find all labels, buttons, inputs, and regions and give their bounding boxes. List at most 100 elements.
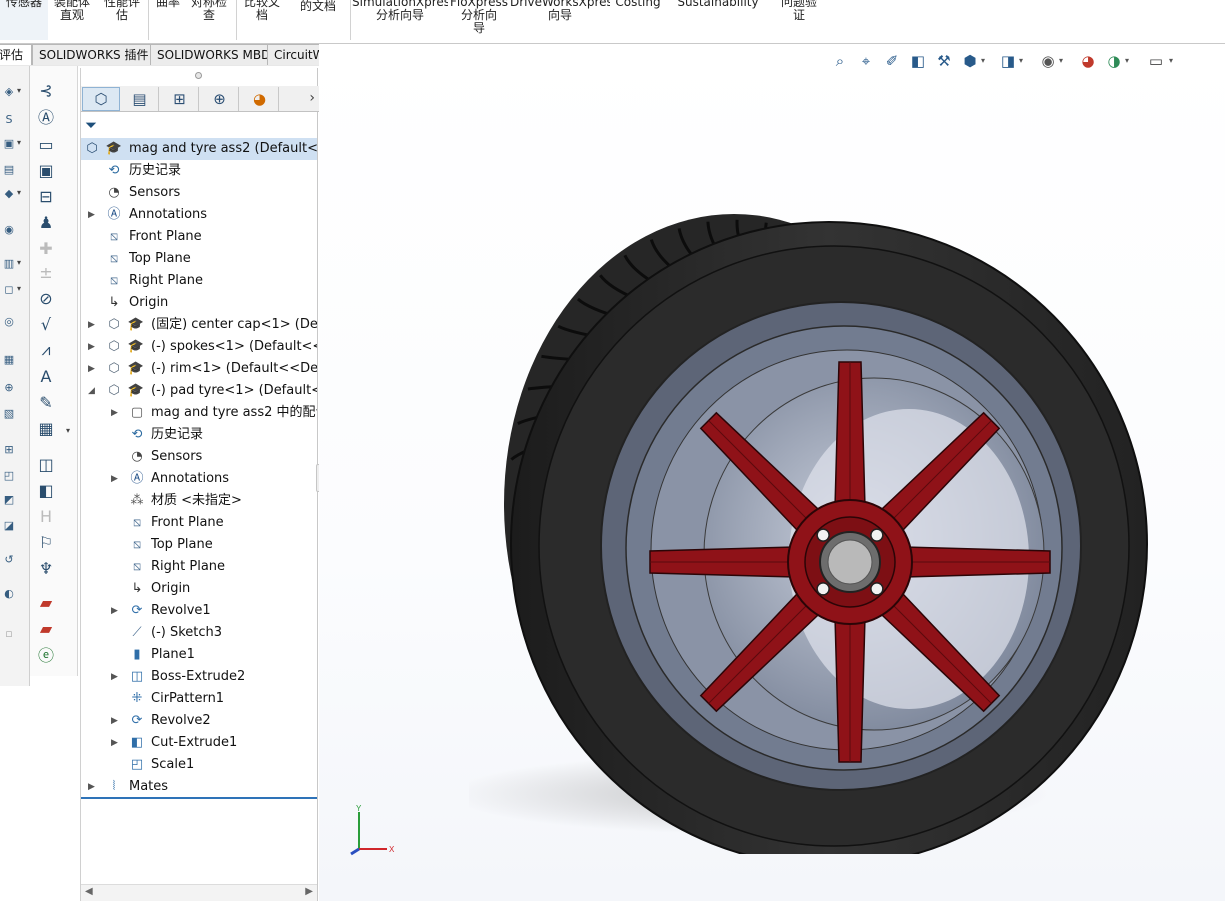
tool-icon[interactable]: ⊞ — [2, 442, 16, 456]
tool-icon[interactable]: ▣ — [2, 136, 16, 150]
tree-item-boss-extrude2[interactable]: ▶ ◫ Boss-Extrude2 — [81, 666, 317, 688]
expand-arrow-icon[interactable]: ▶ — [111, 468, 121, 490]
tree-item-plane1[interactable]: ▮ Plane1 — [81, 644, 317, 666]
section-view-icon[interactable]: ◧ — [909, 52, 927, 70]
tree-item-revolve1[interactable]: ▶ ⟳ Revolve1 — [81, 600, 317, 622]
wheel-model[interactable] — [469, 174, 1189, 854]
text-icon[interactable]: A — [36, 366, 56, 386]
horizontal-scrollbar[interactable]: ◀ ▶ — [81, 884, 317, 901]
view-settings-icon[interactable]: ▭ — [1147, 52, 1165, 70]
hole-callout-icon[interactable]: ✚ — [36, 238, 56, 258]
tab-featuremanager-tree-icon[interactable]: ⬡ — [82, 87, 120, 111]
publish-pdf-icon[interactable]: ▰ — [36, 618, 56, 638]
expand-arrow-icon[interactable]: ▶ — [111, 666, 121, 688]
tab-propertymanager-icon[interactable]: ▤ — [121, 87, 159, 111]
collapse-arrow-icon[interactable]: ◢ — [88, 380, 98, 402]
tool-icon[interactable]: ◈ — [2, 84, 16, 98]
expand-arrow-icon[interactable]: ▶ — [111, 710, 121, 732]
expand-arrow-icon[interactable]: ▶ — [111, 600, 121, 622]
expand-arrow-icon[interactable]: ▶ — [111, 402, 121, 424]
dropdown-arrow-icon[interactable]: ▾ — [66, 426, 70, 435]
expand-arrow-icon[interactable]: ▶ — [88, 204, 98, 226]
tree-item-material[interactable]: ⁂ 材质 <未指定> — [81, 490, 317, 512]
tool-icon[interactable]: ◻ — [2, 282, 16, 296]
datum-icon[interactable]: ⊟ — [36, 186, 56, 206]
tree-item-top-plane[interactable]: ⧅ Top Plane — [81, 248, 317, 270]
scroll-left-icon[interactable]: ◀ — [85, 886, 93, 897]
tool-icon[interactable]: ◉ — [2, 222, 16, 236]
ribbon-assembly-visualization[interactable]: 装配体 直观 — [50, 0, 94, 40]
tree-item-origin[interactable]: ↳ Origin — [81, 292, 317, 314]
pin-icon[interactable]: ✎ — [36, 392, 56, 412]
expand-arrow-icon[interactable]: ▶ — [88, 358, 98, 380]
tree-item-history-2[interactable]: ⟲ 历史记录 — [81, 424, 317, 446]
tree-item-right-plane[interactable]: ⧅ Right Plane — [81, 270, 317, 292]
dropdown-arrow-icon[interactable]: ▾ — [1059, 56, 1063, 65]
section-view-icon[interactable]: H — [36, 506, 56, 526]
dimxpert-icon[interactable]: ⚐ — [36, 532, 56, 552]
dropdown-arrow-icon[interactable]: ▾ — [17, 284, 21, 293]
tree-item-history[interactable]: ⟲ 历史记录 — [81, 160, 317, 182]
tree-item-revolve2[interactable]: ▶ ⟳ Revolve2 — [81, 710, 317, 732]
tab-solidworks-mbd[interactable]: SOLIDWORKS MBD — [150, 44, 278, 65]
ribbon-simulationxpress[interactable]: SimulationXpress 分析向导 — [352, 0, 448, 40]
ribbon-compare-documents[interactable]: 比较文档 — [238, 0, 286, 40]
tool-icon[interactable]: ◐ — [2, 586, 16, 600]
tool-icon[interactable]: ◎ — [2, 314, 16, 328]
weld-symbol-icon[interactable]: ♟ — [36, 212, 56, 232]
auto-dimension-icon[interactable]: ♆ — [36, 558, 56, 578]
datum-target-icon[interactable]: ± — [36, 262, 56, 282]
expand-arrow-icon[interactable]: ▶ — [88, 314, 98, 336]
tool-icon[interactable]: ◆ — [2, 186, 16, 200]
zoom-to-fit-icon[interactable]: ⌕ — [831, 52, 849, 70]
ribbon-symmetry-check[interactable]: 对称检查 — [186, 0, 232, 40]
tree-item-annotations-2[interactable]: ▶ Ⓐ Annotations — [81, 468, 317, 490]
ribbon-costing[interactable]: Costing — [612, 0, 664, 40]
edrawings-icon[interactable]: ⓔ — [36, 644, 56, 665]
tree-item-mates-in-assembly[interactable]: ▶ ▢ mag and tyre ass2 中的配合 — [81, 402, 317, 424]
balloon-icon[interactable]: ▭ — [36, 134, 56, 154]
tree-item-pad-tyre[interactable]: ◢ ⬡ 🎓 (-) pad tyre<1> (Default<<D — [81, 380, 317, 402]
tool-icon[interactable]: ◰ — [2, 468, 16, 482]
auto-balloon-icon[interactable]: ▣ — [36, 160, 56, 180]
tool-icon[interactable]: ▥ — [2, 256, 16, 270]
graphics-area[interactable]: ⌕ ⌖ ✐ ◧ ⚒ ⬢ ▾ ◨ ▾ ◉ ▾ ◕ ◑ ▾ ▭ ▾ Y X — [319, 44, 1225, 901]
surface-finish-icon[interactable]: ⊘ — [36, 288, 56, 308]
display-style-icon[interactable]: ◨ — [999, 52, 1017, 70]
dropdown-arrow-icon[interactable]: ▾ — [1169, 56, 1173, 65]
scroll-right-icon[interactable]: ▶ — [305, 886, 313, 897]
expand-arrow-icon[interactable]: ▶ — [111, 732, 121, 754]
tree-item-cut-extrude1[interactable]: ▶ ◧ Cut-Extrude1 — [81, 732, 317, 754]
zoom-to-area-icon[interactable]: ⌖ — [857, 52, 875, 70]
tool-icon[interactable]: S — [2, 112, 16, 126]
ribbon-floxpress[interactable]: FloXpress 分析向导 — [450, 0, 508, 40]
tool-icon[interactable]: ↺ — [2, 552, 16, 566]
ribbon-performance-evaluation[interactable]: 性能评估 — [98, 0, 146, 40]
tree-item-sensors[interactable]: ◔ Sensors — [81, 182, 317, 204]
tab-display-manager-icon[interactable]: ◕ — [241, 87, 279, 111]
ribbon-curvature[interactable]: 曲率 — [150, 0, 186, 40]
graph-icon[interactable]: ⩘ — [36, 340, 56, 360]
dropdown-arrow-icon[interactable]: ▾ — [17, 86, 21, 95]
tree-item-origin-2[interactable]: ↳ Origin — [81, 578, 317, 600]
ribbon-sustainability[interactable]: Sustainability — [672, 0, 764, 40]
tool-icon[interactable]: ◪ — [2, 518, 16, 532]
tree-item-sketch3[interactable]: ⟋ (-) Sketch3 — [81, 622, 317, 644]
tree-item-rim[interactable]: ▶ ⬡ 🎓 (-) rim<1> (Default<<Defau — [81, 358, 317, 380]
tab-dimxpert-icon[interactable]: ⊕ — [201, 87, 239, 111]
check-icon[interactable]: √ — [36, 314, 56, 334]
tree-item-sensors-2[interactable]: ◔ Sensors — [81, 446, 317, 468]
table-icon[interactable]: ▦ — [36, 418, 56, 438]
expand-arrow-icon[interactable]: ▶ — [88, 776, 98, 798]
tool-icon[interactable]: ▫ — [2, 626, 16, 640]
dropdown-arrow-icon[interactable]: ▾ — [981, 56, 985, 65]
tree-item-annotations[interactable]: ▶ Ⓐ Annotations — [81, 204, 317, 226]
tool-icon[interactable]: ▧ — [2, 406, 16, 420]
tree-item-spokes[interactable]: ▶ ⬡ 🎓 (-) spokes<1> (Default<<De — [81, 336, 317, 358]
tree-rollback-bar[interactable] — [81, 797, 317, 799]
ribbon-driveworksxpress[interactable]: DriveWorksXpress 向导 — [510, 0, 610, 40]
tool-icon[interactable]: ⊕ — [2, 380, 16, 394]
dropdown-arrow-icon[interactable]: ▾ — [1019, 56, 1023, 65]
dropdown-arrow-icon[interactable]: ▾ — [17, 138, 21, 147]
note-icon[interactable]: Ⓐ — [36, 106, 56, 127]
